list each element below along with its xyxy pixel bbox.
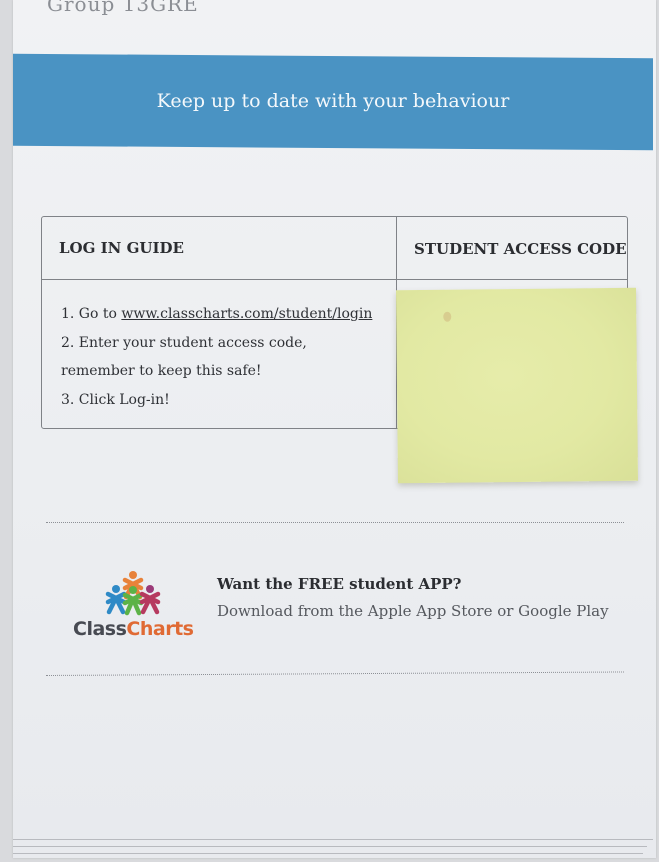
step-1: 1. Go to www.classcharts.com/student/log… [61,306,373,322]
paper-edge [13,846,647,847]
app-promo-title: Want the FREE student APP? [217,575,462,593]
dotted-separator [46,522,624,523]
paper-edge [13,839,653,840]
paper-edge [13,853,643,854]
classcharts-login-link[interactable]: www.classcharts.com/student/login [121,306,372,322]
login-steps: 1. Go to www.classcharts.com/student/log… [61,300,372,414]
step-3: 3. Click Log-in! [61,391,170,408]
classcharts-logo: ClassCharts [73,570,199,644]
table-row-divider [42,279,627,280]
people-group-icon [105,571,161,616]
app-promo-subtitle: Download from the Apple App Store or Goo… [217,602,609,620]
sticky-note [395,287,639,484]
banner-title: Keep up to date with your behaviour [156,90,510,112]
group-heading-cut-off: Group 13GRE [47,0,199,16]
student-access-code-header: STUDENT ACCESS CODE [414,240,627,258]
step-2: 2. Enter your student access code, [61,334,307,351]
step-2-continued: remember to keep this safe! [61,363,262,379]
login-guide-header: LOG IN GUIDE [59,239,184,257]
sticky-note-stain [443,311,452,322]
classcharts-wordmark: ClassCharts [73,618,194,640]
